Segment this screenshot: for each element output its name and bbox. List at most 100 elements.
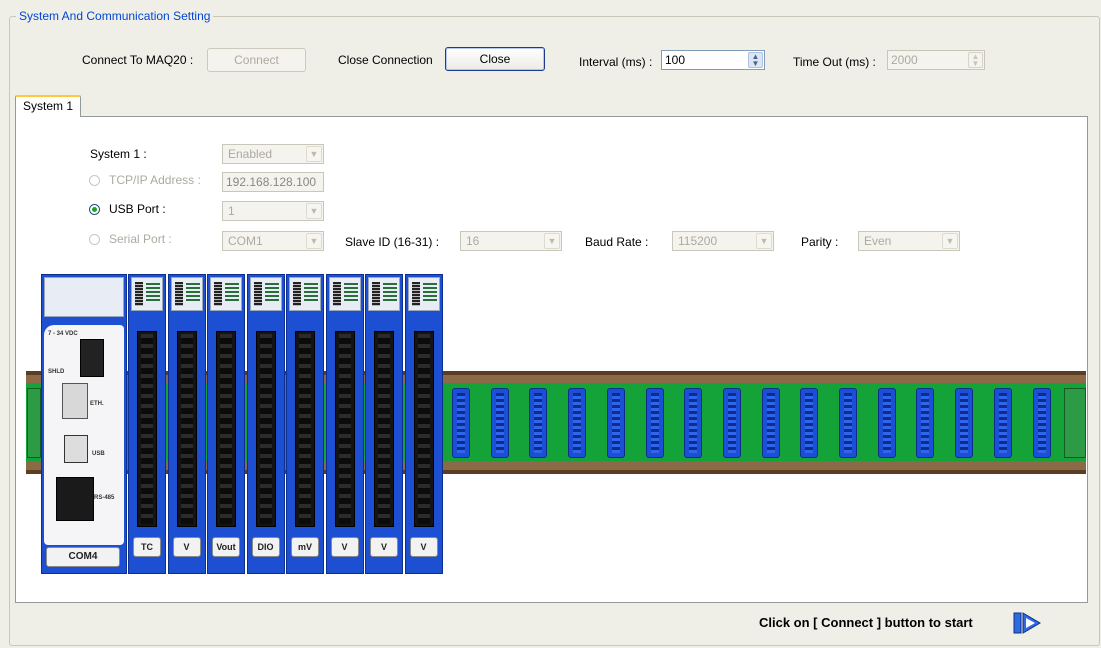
usb-port-value: 1 bbox=[228, 204, 235, 218]
baud-rate-label: Baud Rate : bbox=[585, 235, 649, 249]
next-arrow-icon[interactable] bbox=[1013, 612, 1041, 634]
io-module[interactable]: V bbox=[325, 274, 364, 574]
system-state-select[interactable]: Enabled ▼ bbox=[222, 144, 324, 164]
connect-label: Connect To MAQ20 : bbox=[82, 53, 194, 67]
slave-id-label: Slave ID (16-31) : bbox=[345, 235, 440, 249]
baud-rate-select[interactable]: 115200 ▼ bbox=[672, 231, 774, 251]
empty-slot bbox=[645, 388, 664, 458]
comm-module[interactable]: 7 - 34 VDC SHLD ETH. USB RS-485 COM4 bbox=[41, 274, 127, 574]
empty-slot bbox=[722, 388, 741, 458]
parity-select[interactable]: Even ▼ bbox=[858, 231, 960, 251]
slave-id-select[interactable]: 16 ▼ bbox=[460, 231, 562, 251]
empty-slot bbox=[606, 388, 625, 458]
module-header bbox=[210, 277, 242, 311]
io-module[interactable]: TC bbox=[128, 274, 166, 574]
serial-radio[interactable] bbox=[89, 234, 100, 245]
empty-slot bbox=[993, 388, 1012, 458]
rs485-port-icon bbox=[56, 477, 94, 521]
module-header bbox=[289, 277, 321, 311]
parity-label: Parity : bbox=[801, 235, 839, 249]
empty-slot bbox=[800, 388, 819, 458]
timeout-value: 2000 bbox=[891, 53, 918, 67]
module-label: V bbox=[330, 537, 359, 557]
system-label: System 1 : bbox=[90, 147, 147, 161]
slave-id-value: 16 bbox=[466, 234, 480, 248]
module-label: V bbox=[370, 537, 398, 557]
tcp-address-input[interactable]: 192.168.128.100 bbox=[222, 172, 324, 192]
module-header bbox=[328, 277, 361, 311]
terminal-block bbox=[255, 331, 276, 527]
io-module[interactable]: V bbox=[167, 274, 206, 574]
parity-value: Even bbox=[864, 234, 892, 248]
usb-text: USB bbox=[92, 451, 105, 457]
tcp-radio[interactable] bbox=[89, 175, 100, 186]
module-header bbox=[170, 277, 203, 311]
chevron-down-icon: ▼ bbox=[306, 203, 322, 219]
empty-slot bbox=[839, 388, 857, 458]
empty-slot bbox=[761, 388, 780, 458]
io-module[interactable]: V bbox=[404, 274, 443, 574]
connect-button[interactable]: Connect bbox=[207, 48, 306, 72]
power-terminal-icon bbox=[80, 339, 104, 377]
terminal-block bbox=[216, 331, 236, 527]
close-button[interactable]: Close bbox=[445, 47, 545, 71]
module-label: V bbox=[172, 537, 201, 557]
terminal-block bbox=[334, 331, 355, 527]
empty-slot bbox=[568, 388, 587, 458]
rs485-text: RS-485 bbox=[94, 495, 115, 501]
tcp-label: TCP/IP Address : bbox=[109, 173, 201, 187]
shld-text: SHLD bbox=[48, 369, 65, 375]
module-label: mV bbox=[291, 537, 319, 557]
chevron-down-icon: ▼ bbox=[756, 233, 772, 249]
empty-slot bbox=[529, 388, 548, 458]
io-module[interactable]: V bbox=[365, 274, 403, 574]
vdc-text: 7 - 34 VDC bbox=[48, 331, 78, 337]
module-label: DIO bbox=[251, 537, 280, 557]
terminal-block bbox=[374, 331, 394, 527]
chevron-down-icon: ▼ bbox=[306, 233, 322, 249]
interval-spin-icon[interactable]: ▲ ▼ bbox=[748, 52, 763, 68]
module-header bbox=[249, 277, 282, 311]
module-label: TC bbox=[133, 537, 161, 557]
system-state-value: Enabled bbox=[228, 147, 273, 161]
module-label: Vout bbox=[212, 537, 240, 557]
empty-slot bbox=[490, 388, 509, 458]
module-header bbox=[407, 277, 440, 311]
timeout-spin-icon[interactable]: ▲ ▼ bbox=[968, 52, 983, 68]
timeout-input[interactable]: 2000 ▲ ▼ bbox=[887, 50, 985, 70]
comm-module-faceplate: 7 - 34 VDC SHLD ETH. USB RS-485 bbox=[44, 325, 124, 545]
terminal-block bbox=[137, 331, 157, 527]
eth-text: ETH. bbox=[90, 401, 104, 407]
baud-rate-value: 115200 bbox=[678, 234, 718, 248]
usb-port-select[interactable]: 1 ▼ bbox=[222, 201, 324, 221]
footer-hint: Click on [ Connect ] button to start bbox=[759, 615, 973, 630]
terminal-block bbox=[176, 331, 197, 527]
serial-label: Serial Port : bbox=[109, 232, 172, 246]
tab-system-1[interactable]: System 1 bbox=[15, 95, 81, 117]
usb-radio[interactable] bbox=[89, 204, 100, 215]
usb-label: USB Port : bbox=[109, 202, 166, 216]
interval-value: 100 bbox=[665, 53, 686, 67]
empty-slot bbox=[452, 388, 470, 458]
empty-slot bbox=[877, 388, 896, 458]
empty-slot bbox=[916, 388, 935, 458]
chevron-down-icon: ▼ bbox=[544, 233, 560, 249]
interval-label: Interval (ms) : bbox=[579, 55, 653, 69]
serial-port-select[interactable]: COM1 ▼ bbox=[222, 231, 324, 251]
terminal-block bbox=[413, 331, 434, 527]
empty-slot bbox=[1032, 388, 1051, 458]
usb-port-icon bbox=[64, 435, 88, 463]
left-terminal-connector bbox=[27, 388, 41, 458]
module-header bbox=[368, 277, 400, 311]
ethernet-port-icon bbox=[62, 383, 88, 419]
timeout-label: Time Out (ms) : bbox=[793, 55, 876, 69]
group-title: System And Communication Setting bbox=[16, 9, 214, 23]
io-module[interactable]: DIO bbox=[246, 274, 285, 574]
io-module[interactable]: mV bbox=[286, 274, 324, 574]
interval-input[interactable]: 100 ▲ ▼ bbox=[661, 50, 765, 70]
close-connection-label: Close Connection bbox=[338, 53, 433, 67]
empty-slot bbox=[684, 388, 703, 458]
module-header bbox=[131, 277, 163, 311]
right-terminal-connector bbox=[1064, 388, 1086, 458]
io-module[interactable]: Vout bbox=[207, 274, 245, 574]
